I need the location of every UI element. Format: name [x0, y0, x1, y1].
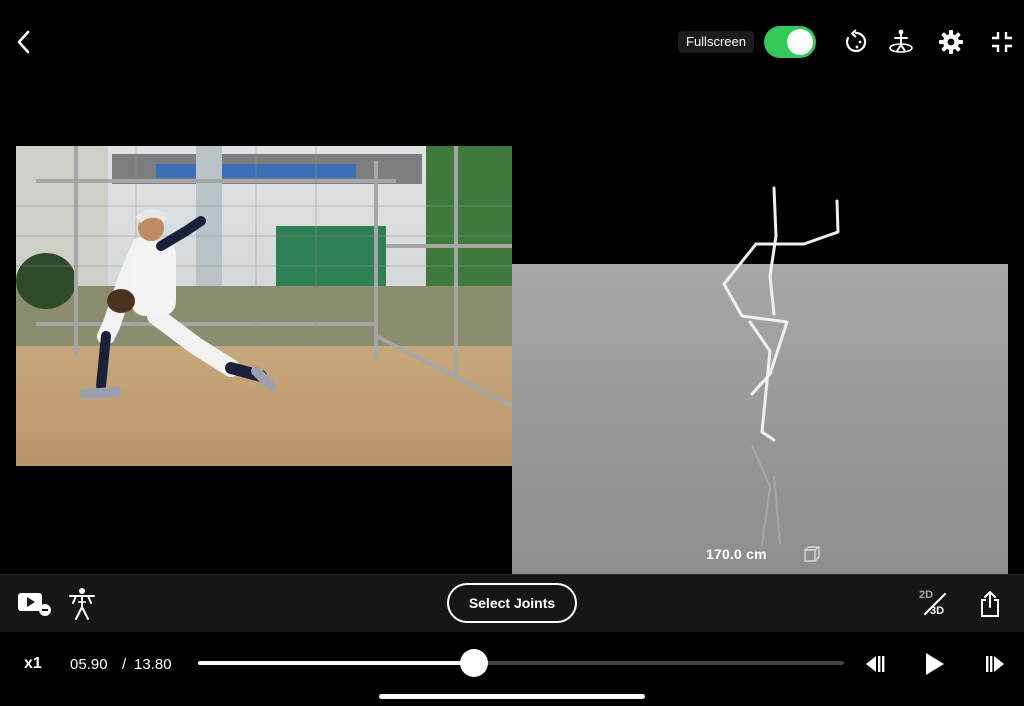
fullscreen-label: Fullscreen	[678, 31, 754, 53]
play-button[interactable]	[920, 650, 948, 678]
scrubber-thumb[interactable]	[460, 649, 489, 677]
camera-orbit-button[interactable]	[887, 28, 915, 56]
total-time: 13.80	[134, 656, 172, 673]
share-button[interactable]	[972, 587, 1008, 621]
step-back-icon	[866, 656, 885, 672]
skeleton-figure-button[interactable]	[64, 587, 100, 621]
time-separator: /	[122, 656, 127, 673]
reset-rotation-icon	[845, 29, 867, 53]
home-indicator	[379, 694, 645, 699]
reset-rotation-button[interactable]	[842, 28, 870, 56]
scrubber-track[interactable]	[198, 661, 844, 665]
toggle-knob	[787, 29, 813, 55]
camera-orbit-icon	[889, 29, 913, 53]
video-overlay-button[interactable]	[16, 587, 52, 621]
fullscreen-toggle[interactable]	[764, 26, 816, 58]
exit-fullscreen-button[interactable]	[988, 28, 1016, 56]
3d-label: 3D	[930, 605, 945, 617]
play-icon	[926, 653, 944, 675]
skeleton-model	[722, 186, 840, 547]
settings-button[interactable]	[937, 28, 965, 56]
video-overlay-icon	[18, 593, 51, 616]
step-forward-icon	[986, 656, 1004, 672]
gear-icon	[939, 30, 963, 54]
back-button[interactable]	[10, 28, 36, 56]
step-back-button[interactable]	[860, 650, 888, 678]
2d-label: 2D	[919, 589, 934, 601]
share-icon	[981, 591, 999, 617]
back-chevron-icon	[17, 30, 30, 54]
playback-speed-button[interactable]: x1	[24, 655, 42, 673]
video-frame[interactable]	[16, 146, 512, 466]
cube-icon[interactable]	[802, 544, 822, 564]
bottom-toolbar: Select Joints 2D 3D	[0, 574, 1024, 632]
skeleton-3d-view[interactable]: 170.0 cm	[512, 146, 1008, 574]
pitcher-video-image	[16, 146, 512, 466]
select-joints-button[interactable]: Select Joints	[447, 583, 577, 623]
top-bar: Fullscreen	[0, 0, 1024, 70]
2d-3d-toggle[interactable]: 2D 3D	[916, 587, 950, 621]
scrubber-progress	[198, 661, 475, 665]
step-forward-button[interactable]	[982, 650, 1010, 678]
current-time: 05.90	[70, 656, 108, 673]
exit-fullscreen-icon	[992, 32, 1012, 52]
skeleton-figure-icon	[69, 588, 95, 620]
height-readout: 170.0 cm	[706, 546, 767, 562]
